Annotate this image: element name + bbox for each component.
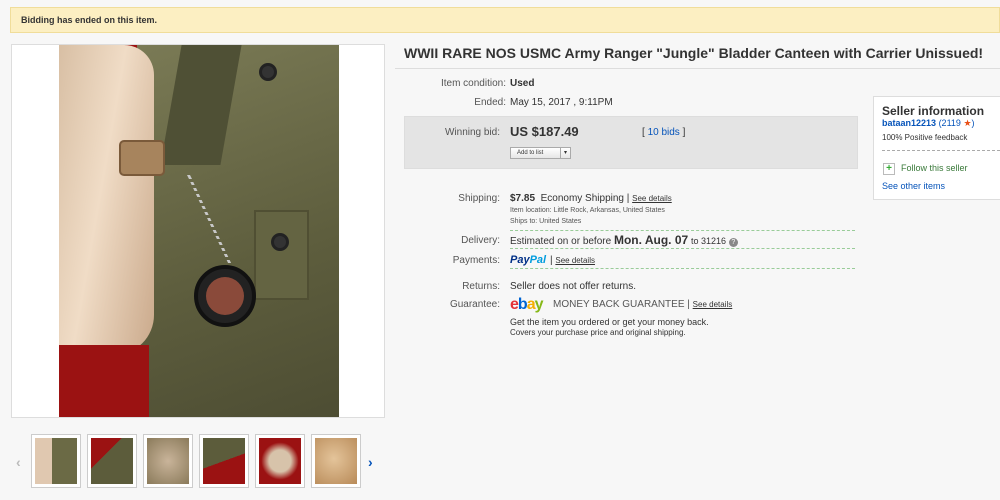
feedback-close: ) (971, 118, 975, 128)
winning-bid-label: Winning bid: (444, 127, 500, 138)
paypal-logo-pal: Pal (529, 254, 547, 266)
guarantee-line-2: Covers your purchase price and original … (510, 328, 686, 337)
guarantee-text: MONEY BACK GUARANTEE (553, 299, 685, 310)
thumbnail[interactable] (255, 434, 305, 488)
thumbnail[interactable] (143, 434, 193, 488)
delivery-zip: to 31216 (690, 236, 727, 246)
chevron-down-icon[interactable]: ▾ (560, 148, 570, 158)
chevron-right-icon[interactable]: › (368, 454, 373, 470)
ebay-logo-b: b (517, 296, 528, 313)
ebay-logo-y: y (534, 296, 544, 313)
condition-value: Used (510, 78, 535, 89)
winning-bid-panel (404, 116, 858, 169)
bid-count-open: [ (642, 127, 645, 138)
thumbnail[interactable] (31, 434, 81, 488)
delivery-date: Mon. Aug. 07 (613, 233, 689, 247)
guarantee-info: MONEY BACK GUARANTEE | See details (553, 299, 733, 310)
main-item-photo[interactable] (59, 45, 339, 417)
feedback-score-link[interactable]: (2119 (939, 118, 961, 128)
ebay-logo-e: e (510, 296, 519, 313)
thumbnail[interactable] (199, 434, 249, 488)
payments-label: Payments: (452, 255, 500, 266)
bid-history-link[interactable]: 10 bids (648, 127, 680, 138)
ebay-logo-a: a (526, 296, 536, 313)
guarantee-see-details-link[interactable]: See details (693, 300, 733, 309)
bid-count-close: ] (682, 127, 686, 138)
divider (395, 68, 1000, 69)
shipping-method: Economy Shipping (540, 193, 624, 204)
payments-details: | See details (550, 255, 595, 266)
positive-feedback: 100% Positive feedback (882, 133, 968, 142)
seller-identity: bataan12213 (2119 ★) (882, 118, 975, 129)
shipping-label: Shipping: (458, 193, 500, 204)
ships-to: Ships to: United States (510, 218, 582, 225)
payments-see-details-link[interactable]: See details (555, 256, 595, 265)
ebay-logo: ebay (510, 296, 543, 314)
ended-label: Ended: (474, 97, 506, 108)
guarantee-line-1: Get the item you ordered or get your mon… (510, 317, 709, 327)
bidding-ended-banner: Bidding has ended on this item. (10, 7, 1000, 33)
divider (510, 268, 855, 269)
main-photo-frame[interactable] (11, 44, 385, 418)
ended-value: May 15, 2017 , 9:11PM (510, 97, 613, 108)
paypal-logo-pay: Pay (510, 254, 530, 266)
divider (510, 248, 855, 249)
add-to-list-button[interactable]: Add to list ▾ (510, 147, 571, 159)
see-other-items-link[interactable]: See other items (882, 181, 945, 191)
condition-label: Item condition: (440, 78, 506, 89)
divider (882, 150, 1000, 151)
guarantee-label: Guarantee: (449, 299, 500, 310)
delivery-info: Estimated on or before Mon. Aug. 07 to 3… (510, 233, 738, 247)
divider (510, 230, 855, 231)
shipping-see-details-link[interactable]: See details (632, 194, 672, 203)
thumbnail[interactable] (311, 434, 361, 488)
paypal-logo: PayPal (510, 254, 546, 266)
thumbnail[interactable] (87, 434, 137, 488)
delivery-prefix: Estimated on or before (510, 236, 612, 247)
plus-icon[interactable]: + (883, 163, 895, 175)
winning-bid-value: US $187.49 (510, 124, 579, 139)
shipping-price: $7.85 (510, 193, 536, 204)
seller-username-link[interactable]: bataan12213 (882, 118, 936, 128)
chevron-left-icon[interactable]: ‹ (16, 454, 21, 470)
star-icon: ★ (963, 118, 972, 128)
item-location: Item location: Little Rock, Arkansas, Un… (510, 207, 665, 214)
shipping-info: $7.85 Economy Shipping | See details (510, 193, 672, 204)
bid-count: [ 10 bids ] (642, 127, 685, 138)
returns-value: Seller does not offer returns. (510, 281, 636, 292)
seller-info-heading: Seller information (882, 104, 985, 118)
follow-seller-link[interactable]: Follow this seller (901, 163, 968, 173)
thumbnail-strip: ‹ › (11, 432, 385, 492)
help-icon[interactable]: ? (728, 238, 738, 247)
item-title: WWII RARE NOS USMC Army Ranger "Jungle" … (404, 45, 984, 61)
returns-label: Returns: (462, 281, 500, 292)
add-to-list-label: Add to list (517, 150, 544, 156)
delivery-label: Delivery: (461, 235, 500, 246)
